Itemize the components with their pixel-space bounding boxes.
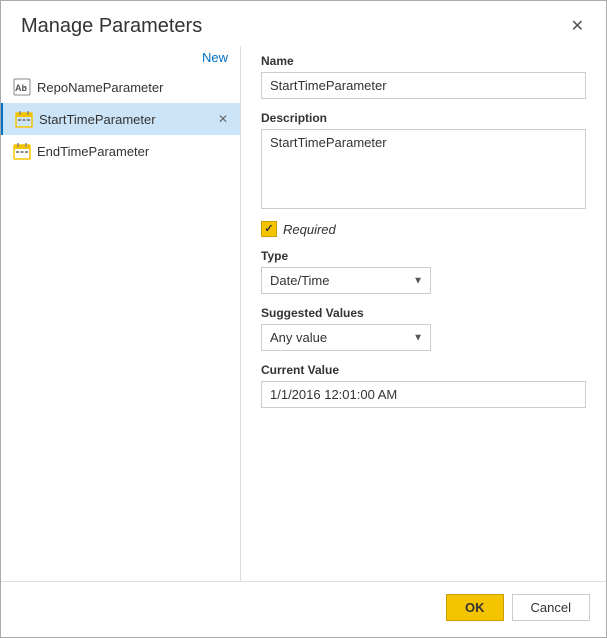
param-item-repo[interactable]: Ab c RepoNameParameter	[1, 71, 240, 103]
dialog-footer: OK Cancel	[1, 581, 606, 637]
current-value-label: Current Value	[261, 363, 586, 377]
parameter-list: Ab c RepoNameParameter	[1, 71, 240, 581]
type-label: Type	[261, 249, 586, 263]
left-panel: New Ab c RepoNameParameter	[1, 46, 241, 581]
current-value-group: Current Value	[261, 363, 586, 408]
name-input[interactable]	[261, 72, 586, 99]
type-select-wrapper: Date/Time Text Number True/False Binary …	[261, 267, 431, 294]
new-link-row: New	[1, 46, 240, 71]
svg-text:c: c	[22, 86, 26, 93]
cancel-button[interactable]: Cancel	[512, 594, 590, 621]
right-panel: Name Description StartTimeParameter ✓ Re…	[241, 46, 606, 581]
remove-start-button[interactable]: ✕	[216, 113, 230, 125]
description-group: Description StartTimeParameter	[261, 111, 586, 209]
param-label-repo: RepoNameParameter	[37, 80, 230, 95]
suggested-label: Suggested Values	[261, 306, 586, 320]
description-input[interactable]: StartTimeParameter	[261, 129, 586, 209]
ok-button[interactable]: OK	[446, 594, 504, 621]
required-label: Required	[283, 222, 336, 237]
calendar-icon-end	[13, 142, 31, 160]
manage-parameters-dialog: Manage Parameters ✕ New Ab c	[0, 0, 607, 638]
suggested-select-wrapper: Any value List of values Query ▼	[261, 324, 431, 351]
name-label: Name	[261, 54, 586, 68]
type-group: Type Date/Time Text Number True/False Bi…	[261, 249, 586, 294]
current-value-input[interactable]	[261, 381, 586, 408]
dialog-body: New Ab c RepoNameParameter	[1, 46, 606, 581]
type-select[interactable]: Date/Time Text Number True/False Binary	[261, 267, 431, 294]
title-bar: Manage Parameters ✕	[1, 1, 606, 46]
name-group: Name	[261, 54, 586, 99]
required-row: ✓ Required	[261, 221, 586, 237]
suggested-group: Suggested Values Any value List of value…	[261, 306, 586, 351]
suggested-select[interactable]: Any value List of values Query	[261, 324, 431, 351]
param-label-end: EndTimeParameter	[37, 144, 230, 159]
calendar-icon-start	[15, 110, 33, 128]
close-button[interactable]: ✕	[565, 17, 590, 37]
param-item-end[interactable]: EndTimeParameter	[1, 135, 240, 167]
required-checkbox[interactable]: ✓	[261, 221, 277, 237]
description-label: Description	[261, 111, 586, 125]
new-parameter-link[interactable]: New	[202, 50, 228, 65]
param-label-start: StartTimeParameter	[39, 112, 210, 127]
abc-icon: Ab c	[13, 78, 31, 96]
check-mark: ✓	[264, 224, 273, 235]
param-item-start[interactable]: StartTimeParameter ✕	[1, 103, 240, 135]
dialog-title: Manage Parameters	[21, 15, 202, 38]
